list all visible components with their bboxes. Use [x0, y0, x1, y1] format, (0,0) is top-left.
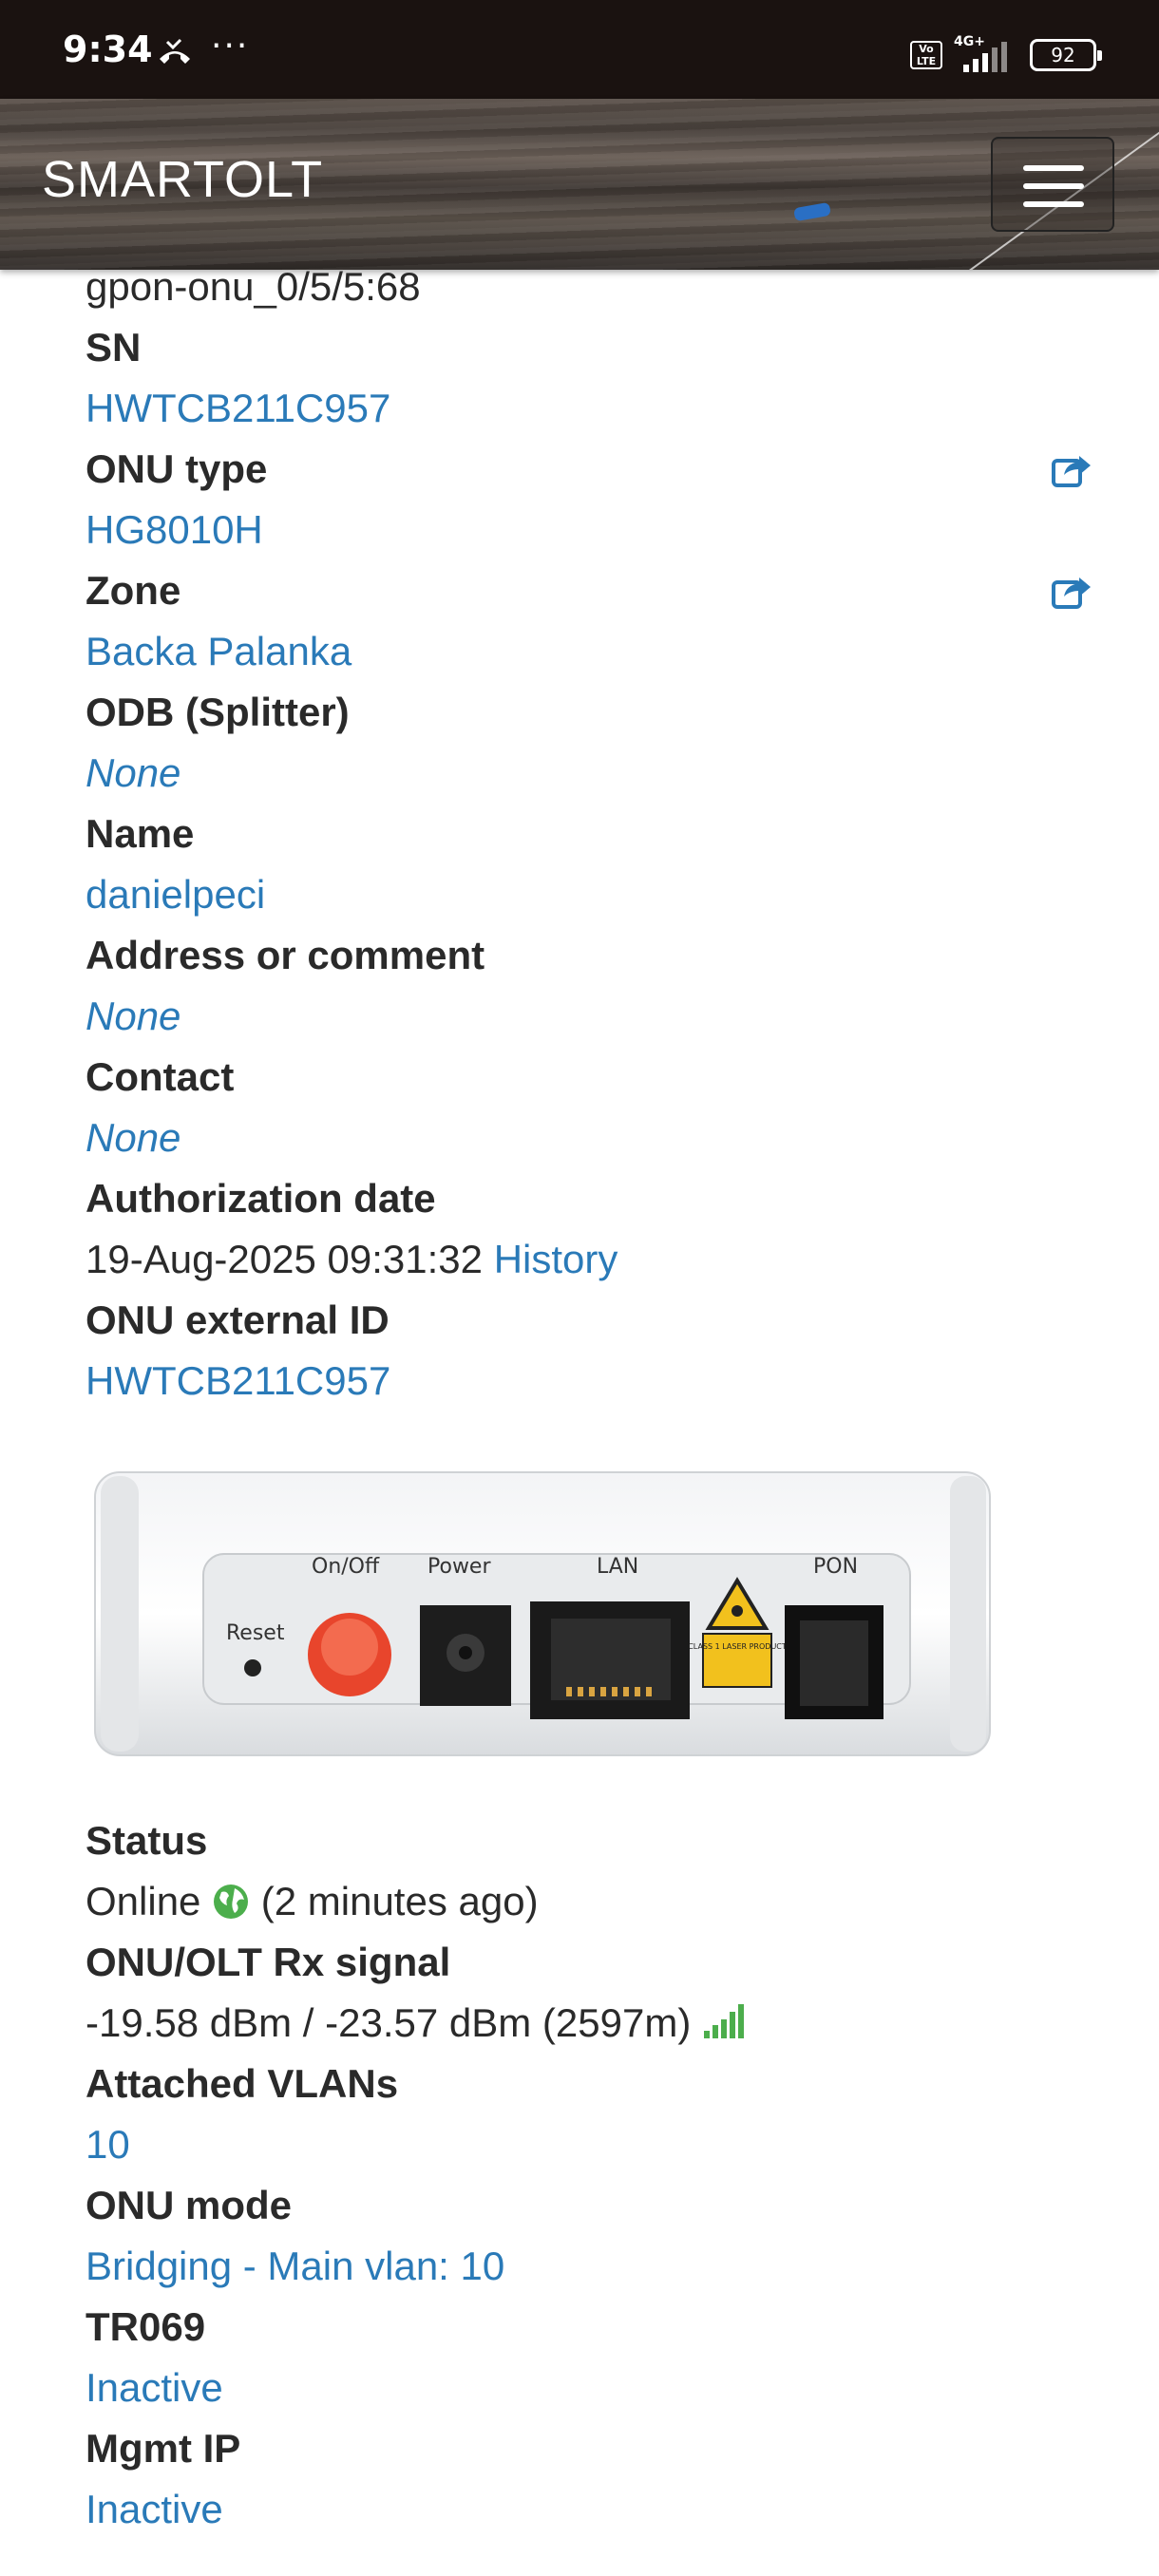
onu-device-image: Reset On/Off Power LAN CLASS 1 LASER PRO… — [94, 1471, 991, 1756]
signal-icon: 4G+ — [954, 34, 1018, 74]
tr069-label: TR069 — [86, 2304, 206, 2349]
contact-value[interactable]: None — [86, 1108, 1092, 1168]
app-navbar: SMARTOLT — [0, 99, 1159, 270]
tr069-value[interactable]: Inactive — [86, 2358, 1092, 2418]
laser-warning-label: CLASS 1 LASER PRODUCT — [688, 1642, 787, 1651]
external-id-label: ONU external ID — [86, 1297, 390, 1342]
edit-zone-icon[interactable] — [1051, 572, 1092, 610]
signal-strength-icon — [703, 2004, 744, 2038]
more-notifications-icon: ··· — [211, 27, 250, 66]
authorization-date-value: 19-Aug-2025 09:31:32 — [86, 1237, 484, 1281]
mgmt-ip-value[interactable]: Inactive — [86, 2479, 1092, 2540]
brand-logo[interactable]: SMARTOLT — [42, 150, 323, 209]
status-ago: (2 minutes ago) — [260, 1879, 539, 1923]
onu-type-value[interactable]: HG8010H — [86, 500, 1092, 560]
mgmt-ip-label: Mgmt IP — [86, 2426, 241, 2471]
onu-mode-value[interactable]: Bridging - Main vlan: 10 — [86, 2236, 1092, 2297]
odb-value[interactable]: None — [86, 743, 1092, 804]
onu-mode-label: ONU mode — [86, 2183, 293, 2227]
external-id-value[interactable]: HWTCB211C957 — [86, 1351, 1092, 1411]
system-status-bar: 9:34 ··· Vo LTE 4G+ 92 — [0, 0, 1159, 99]
missed-call-icon — [160, 38, 190, 64]
rx-signal-value: -19.58 dBm / -23.57 dBm (2597m) — [86, 2000, 692, 2045]
lan-port-label: LAN — [597, 1555, 638, 1579]
rx-signal-label: ONU/OLT Rx signal — [86, 1940, 451, 1984]
globe-online-icon — [214, 1885, 249, 1919]
name-label: Name — [86, 811, 195, 856]
address-value[interactable]: None — [86, 986, 1092, 1047]
sn-value[interactable]: HWTCB211C957 — [86, 378, 1092, 439]
status-value: Online — [86, 1879, 201, 1923]
onu-type-label: ONU type — [86, 446, 268, 491]
odb-label: ODB (Splitter) — [86, 690, 350, 734]
edit-onu-type-icon[interactable] — [1051, 450, 1092, 488]
zone-value[interactable]: Backa Palanka — [86, 621, 1092, 682]
interface-value: gpon-onu_0/5/5:68 — [86, 264, 421, 309]
battery-icon: 92 — [1030, 39, 1102, 71]
address-label: Address or comment — [86, 933, 485, 977]
onoff-port-label: On/Off — [312, 1555, 380, 1579]
zone-label: Zone — [86, 568, 181, 613]
status-label: Status — [86, 1818, 208, 1863]
contact-label: Contact — [86, 1054, 235, 1099]
sn-label: SN — [86, 325, 142, 369]
pon-port-label: PON — [813, 1555, 858, 1579]
vlans-value[interactable]: 10 — [86, 2114, 1092, 2175]
menu-toggle-button[interactable] — [991, 137, 1114, 232]
reset-port-label: Reset — [226, 1621, 285, 1645]
name-value[interactable]: danielpeci — [86, 864, 1092, 925]
volte-icon: Vo LTE — [910, 41, 942, 69]
authorization-date-label: Authorization date — [86, 1176, 436, 1221]
onu-details: gpon-onu_0/5/5:68 SN HWTCB211C957 ONU ty… — [86, 256, 1092, 2540]
vlans-label: Attached VLANs — [86, 2061, 399, 2106]
clock: 9:34 — [63, 28, 153, 70]
power-port-label: Power — [428, 1555, 491, 1579]
history-link[interactable]: History — [494, 1237, 618, 1281]
